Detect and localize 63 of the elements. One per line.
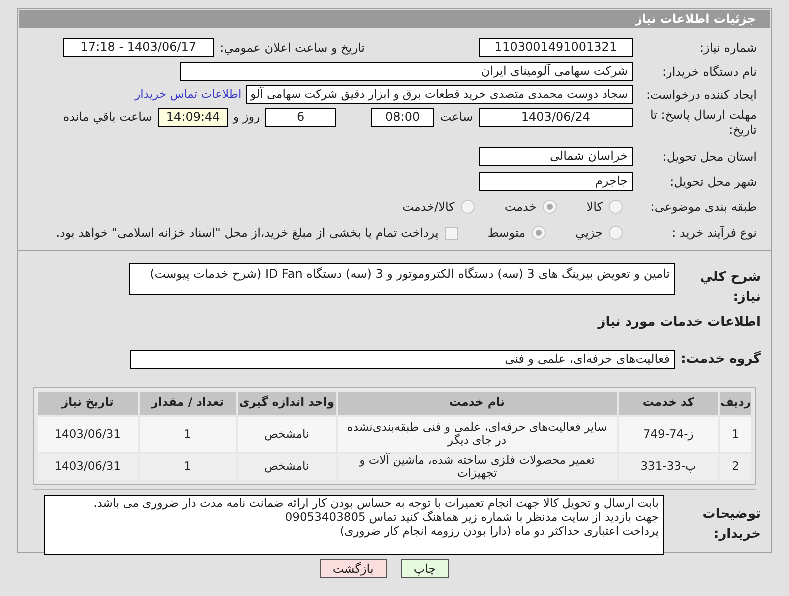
table-cell: 1 [720, 416, 751, 452]
table-cell: 1403/06/31 [38, 454, 138, 480]
field-label: گروه خدمت: [681, 352, 761, 367]
radio-button[interactable] [609, 200, 623, 214]
checkbox-label: پرداخت تمام یا بخشی از مبلغ خرید،از محل "اسناد خزانه اسلامی" خواهد بود. [56, 225, 439, 242]
field-label: روز و [233, 109, 260, 126]
column-header: ردیف [720, 392, 751, 414]
text-field[interactable]: شرکت سهامی آلومینای ایران [180, 62, 633, 81]
table-cell: نامشخص [238, 454, 336, 480]
column-header: تاریخ نیاز [38, 392, 138, 414]
text-field[interactable]: 1103001491001321 [479, 38, 633, 57]
table-cell: 1403/06/31 [38, 416, 138, 452]
field-label: ایجاد کننده درخواست: [646, 88, 757, 102]
field-label: استان محل تحویل: [662, 150, 757, 164]
field-label: ساعت باقي مانده [63, 109, 152, 126]
field-label: توضیحات خریدار: [702, 507, 761, 542]
field-label: شماره نیاز: [700, 40, 757, 54]
text-field[interactable]: 1403/06/17 - 17:18 [63, 38, 214, 57]
description-textarea[interactable]: تامین و تعویض بیرینگ های 3 (سه) دستگاه الکتروموتور و 3 (سه) دستگاه ID Fan (شرح خدمات پیوست) [129, 263, 675, 295]
table-cell: تعمیر محصولات فلزی ساخته شده، ماشین آلات و تجهیزات [338, 454, 617, 480]
table-cell: 2 [720, 454, 751, 480]
table-cell: 1 [140, 454, 236, 480]
field-label: شهر محل تحویل: [670, 174, 757, 188]
column-header: نام خدمت [338, 392, 617, 414]
field-label: تاریخ و ساعت اعلان عمومي: [220, 40, 365, 56]
column-header: واحد اندازه گیری [238, 392, 336, 414]
radio-label: کالا [586, 199, 603, 216]
field-label: ساعت [440, 109, 473, 126]
table-cell: ز-74-749 [618, 416, 718, 452]
column-header: کد خدمت [618, 392, 718, 414]
column-header: تعداد / مقدار [140, 392, 236, 414]
table-cell: سایر فعالیت‌های حرفه‌ای، علمی و فنی طبقه‌بندی‌نشده در جای دیگر [338, 416, 617, 452]
radio-label: کالا/خدمت [402, 199, 455, 216]
buyer-notes-textarea[interactable]: بابت ارسال و تحویل کالا جهت انجام تعمیرات با توجه به حساس بودن کار ارائه ضمانت نامه مدت دار ضروری می باشد. جهت بازدید از سایت مدنظر با شماره زیر هماهنگ کنید تماس 09053403805 پرداخت اعتباری حداکثر دو ماه (دارا بودن رزومه انجام کار ضروری) [44, 494, 664, 554]
back-button[interactable]: بازگشت [320, 559, 387, 578]
table-cell: 1 [140, 416, 236, 452]
radio-label: جزیي [576, 225, 603, 242]
text-field[interactable]: 1403/06/24 [479, 108, 633, 127]
table-cell: پ-33-331 [618, 454, 718, 480]
print-button[interactable]: چاپ [400, 559, 450, 578]
radio-button[interactable] [532, 226, 546, 240]
text-field[interactable]: سجاد دوست محمدی متصدی خرید قطعات برق و ابزار دقیق شرکت سهامی آلو [246, 85, 633, 104]
checkbox[interactable] [444, 226, 458, 240]
radio-button[interactable] [542, 200, 557, 214]
field-label: مهلت ارسال پاسخ: تا تاریخ: [650, 108, 757, 137]
radio-button[interactable] [609, 226, 623, 240]
page-title: جزئیات اطلاعات نیاز [635, 11, 756, 28]
field-label: نوع فرآیند خرید : [672, 226, 757, 240]
text-field[interactable]: جاجرم [479, 172, 633, 191]
radio-label: متوسط [488, 225, 526, 242]
radio-label: خدمت [504, 199, 537, 216]
field-label: نام دستگاه خریدار: [662, 64, 757, 78]
text-field[interactable]: 08:00 [371, 108, 434, 127]
text-field[interactable]: خراسان شمالی [479, 147, 633, 166]
buyer-contact-link[interactable]: اطلاعات تماس خریدار [135, 86, 242, 104]
field-label: طبقه بندی موضوعی: [650, 200, 757, 214]
text-field[interactable]: 14:09:44 [158, 108, 228, 127]
section-title: اطلاعات خدمات مورد نیاز [598, 314, 761, 332]
text-field[interactable]: 6 [265, 108, 336, 127]
text-field[interactable]: فعالیت‌های حرفه‌ای، علمی و فنی [130, 350, 675, 370]
radio-button[interactable] [460, 200, 475, 214]
table-cell: نامشخص [238, 416, 336, 452]
field-label: شرح کلي نیاز: [700, 270, 761, 304]
